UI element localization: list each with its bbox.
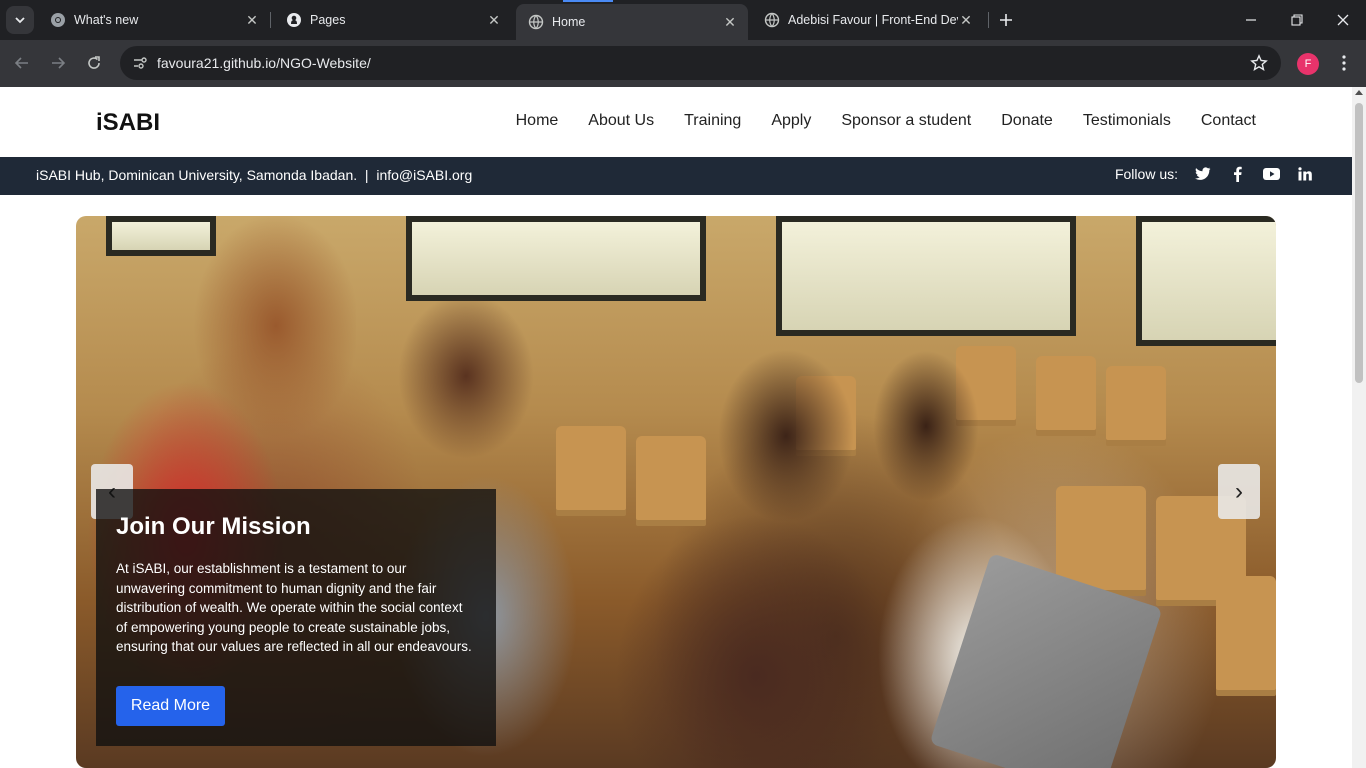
- globe-icon: [528, 14, 544, 30]
- tab-divider: [270, 12, 271, 28]
- tab-search-button[interactable]: [6, 6, 34, 34]
- nav-home[interactable]: Home: [516, 112, 559, 130]
- url-text[interactable]: favoura21.github.io/NGO-Website/: [157, 55, 371, 71]
- close-icon[interactable]: ✕: [722, 14, 738, 30]
- read-more-button[interactable]: Read More: [116, 686, 225, 726]
- back-button[interactable]: [8, 49, 36, 77]
- email-link[interactable]: info@iSABI.org: [376, 167, 472, 183]
- minimize-button[interactable]: [1228, 0, 1274, 40]
- forward-button[interactable]: [44, 49, 72, 77]
- chevron-down-icon: [15, 17, 25, 24]
- address-text: iSABI Hub, Dominican University, Samonda…: [36, 167, 358, 183]
- reload-icon: [88, 56, 100, 69]
- hero-caption: Join Our Mission At iSABI, our establish…: [96, 489, 496, 746]
- hero-chair: [1216, 576, 1276, 696]
- more-vertical-icon: [1342, 55, 1346, 71]
- site-info-icon[interactable]: [130, 53, 150, 73]
- plus-icon: [1000, 14, 1012, 26]
- address-bar[interactable]: favoura21.github.io/NGO-Website/: [120, 46, 1281, 80]
- facebook-icon[interactable]: [1228, 165, 1246, 183]
- reload-button[interactable]: [80, 49, 108, 77]
- linkedin-icon[interactable]: [1296, 165, 1314, 183]
- nav-donate[interactable]: Donate: [1001, 112, 1053, 130]
- page-scrollbar[interactable]: [1352, 87, 1366, 768]
- hero-body: At iSABI, our establishment is a testame…: [116, 561, 472, 654]
- tab-divider: [988, 12, 989, 28]
- tab-whats-new[interactable]: What's new ✕: [38, 4, 270, 36]
- browser-menu-button[interactable]: [1332, 51, 1356, 75]
- close-icon[interactable]: ✕: [486, 12, 502, 28]
- browser-toolbar: favoura21.github.io/NGO-Website/ F: [0, 40, 1366, 87]
- arrow-right-icon: [52, 57, 66, 69]
- restore-button[interactable]: [1274, 0, 1320, 40]
- nav-about-us[interactable]: About Us: [588, 112, 654, 130]
- carousel-next-button[interactable]: ›: [1218, 464, 1260, 519]
- nav-sponsor-a-student[interactable]: Sponsor a student: [841, 112, 971, 130]
- hero-window: [1136, 216, 1276, 346]
- globe-icon: [764, 12, 780, 28]
- close-icon[interactable]: ✕: [958, 12, 974, 28]
- youtube-icon[interactable]: [1262, 165, 1280, 183]
- close-window-button[interactable]: [1320, 0, 1366, 40]
- nav-testimonials[interactable]: Testimonials: [1083, 112, 1171, 130]
- page-viewport: iSABI Home About Us Training Apply Spons…: [0, 87, 1352, 768]
- contact-info: iSABI Hub, Dominican University, Samonda…: [36, 167, 472, 183]
- tab-title: Home: [552, 15, 586, 29]
- site-logo[interactable]: iSABI: [96, 109, 160, 137]
- restore-icon: [1291, 14, 1303, 26]
- hero-title: Join Our Mission: [116, 513, 311, 540]
- arrow-left-icon: [14, 57, 28, 69]
- tab-title: Adebisi Favour | Front-End Deve: [788, 13, 958, 27]
- twitter-icon[interactable]: [1194, 165, 1212, 183]
- tab-title: Pages: [310, 13, 346, 27]
- github-icon: [286, 12, 302, 28]
- chrome-icon: [50, 12, 66, 28]
- social-links: Follow us:: [1115, 165, 1314, 183]
- tab-portfolio[interactable]: Adebisi Favour | Front-End Deve ✕: [752, 4, 984, 36]
- active-tab-indicator: [563, 0, 613, 2]
- site-header: iSABI Home About Us Training Apply Spons…: [0, 87, 1352, 157]
- scroll-thumb[interactable]: [1355, 103, 1363, 383]
- info-bar: iSABI Hub, Dominican University, Samonda…: [0, 157, 1352, 195]
- tab-title: What's new: [74, 13, 139, 27]
- main-nav: Home About Us Training Apply Sponsor a s…: [516, 112, 1256, 130]
- close-icon: [1337, 14, 1349, 26]
- nav-apply[interactable]: Apply: [771, 112, 811, 130]
- follow-label: Follow us:: [1114, 166, 1178, 182]
- tab-pages[interactable]: Pages ✕: [274, 4, 512, 36]
- tab-strip: What's new ✕ Pages ✕ Home ✕ Adebisi Favo…: [0, 0, 1366, 40]
- info-separator: |: [364, 167, 369, 183]
- bookmark-star-icon[interactable]: [1249, 53, 1269, 73]
- close-icon[interactable]: ✕: [244, 12, 260, 28]
- minimize-icon: [1246, 19, 1256, 21]
- profile-avatar[interactable]: F: [1297, 53, 1319, 75]
- scroll-up-arrow[interactable]: [1355, 90, 1363, 95]
- nav-training[interactable]: Training: [684, 112, 741, 130]
- new-tab-button[interactable]: [993, 8, 1019, 32]
- tab-home[interactable]: Home ✕: [516, 4, 748, 40]
- hero-carousel: ‹ › Join Our Mission At iSABI, our estab…: [76, 216, 1276, 768]
- nav-contact[interactable]: Contact: [1201, 112, 1256, 130]
